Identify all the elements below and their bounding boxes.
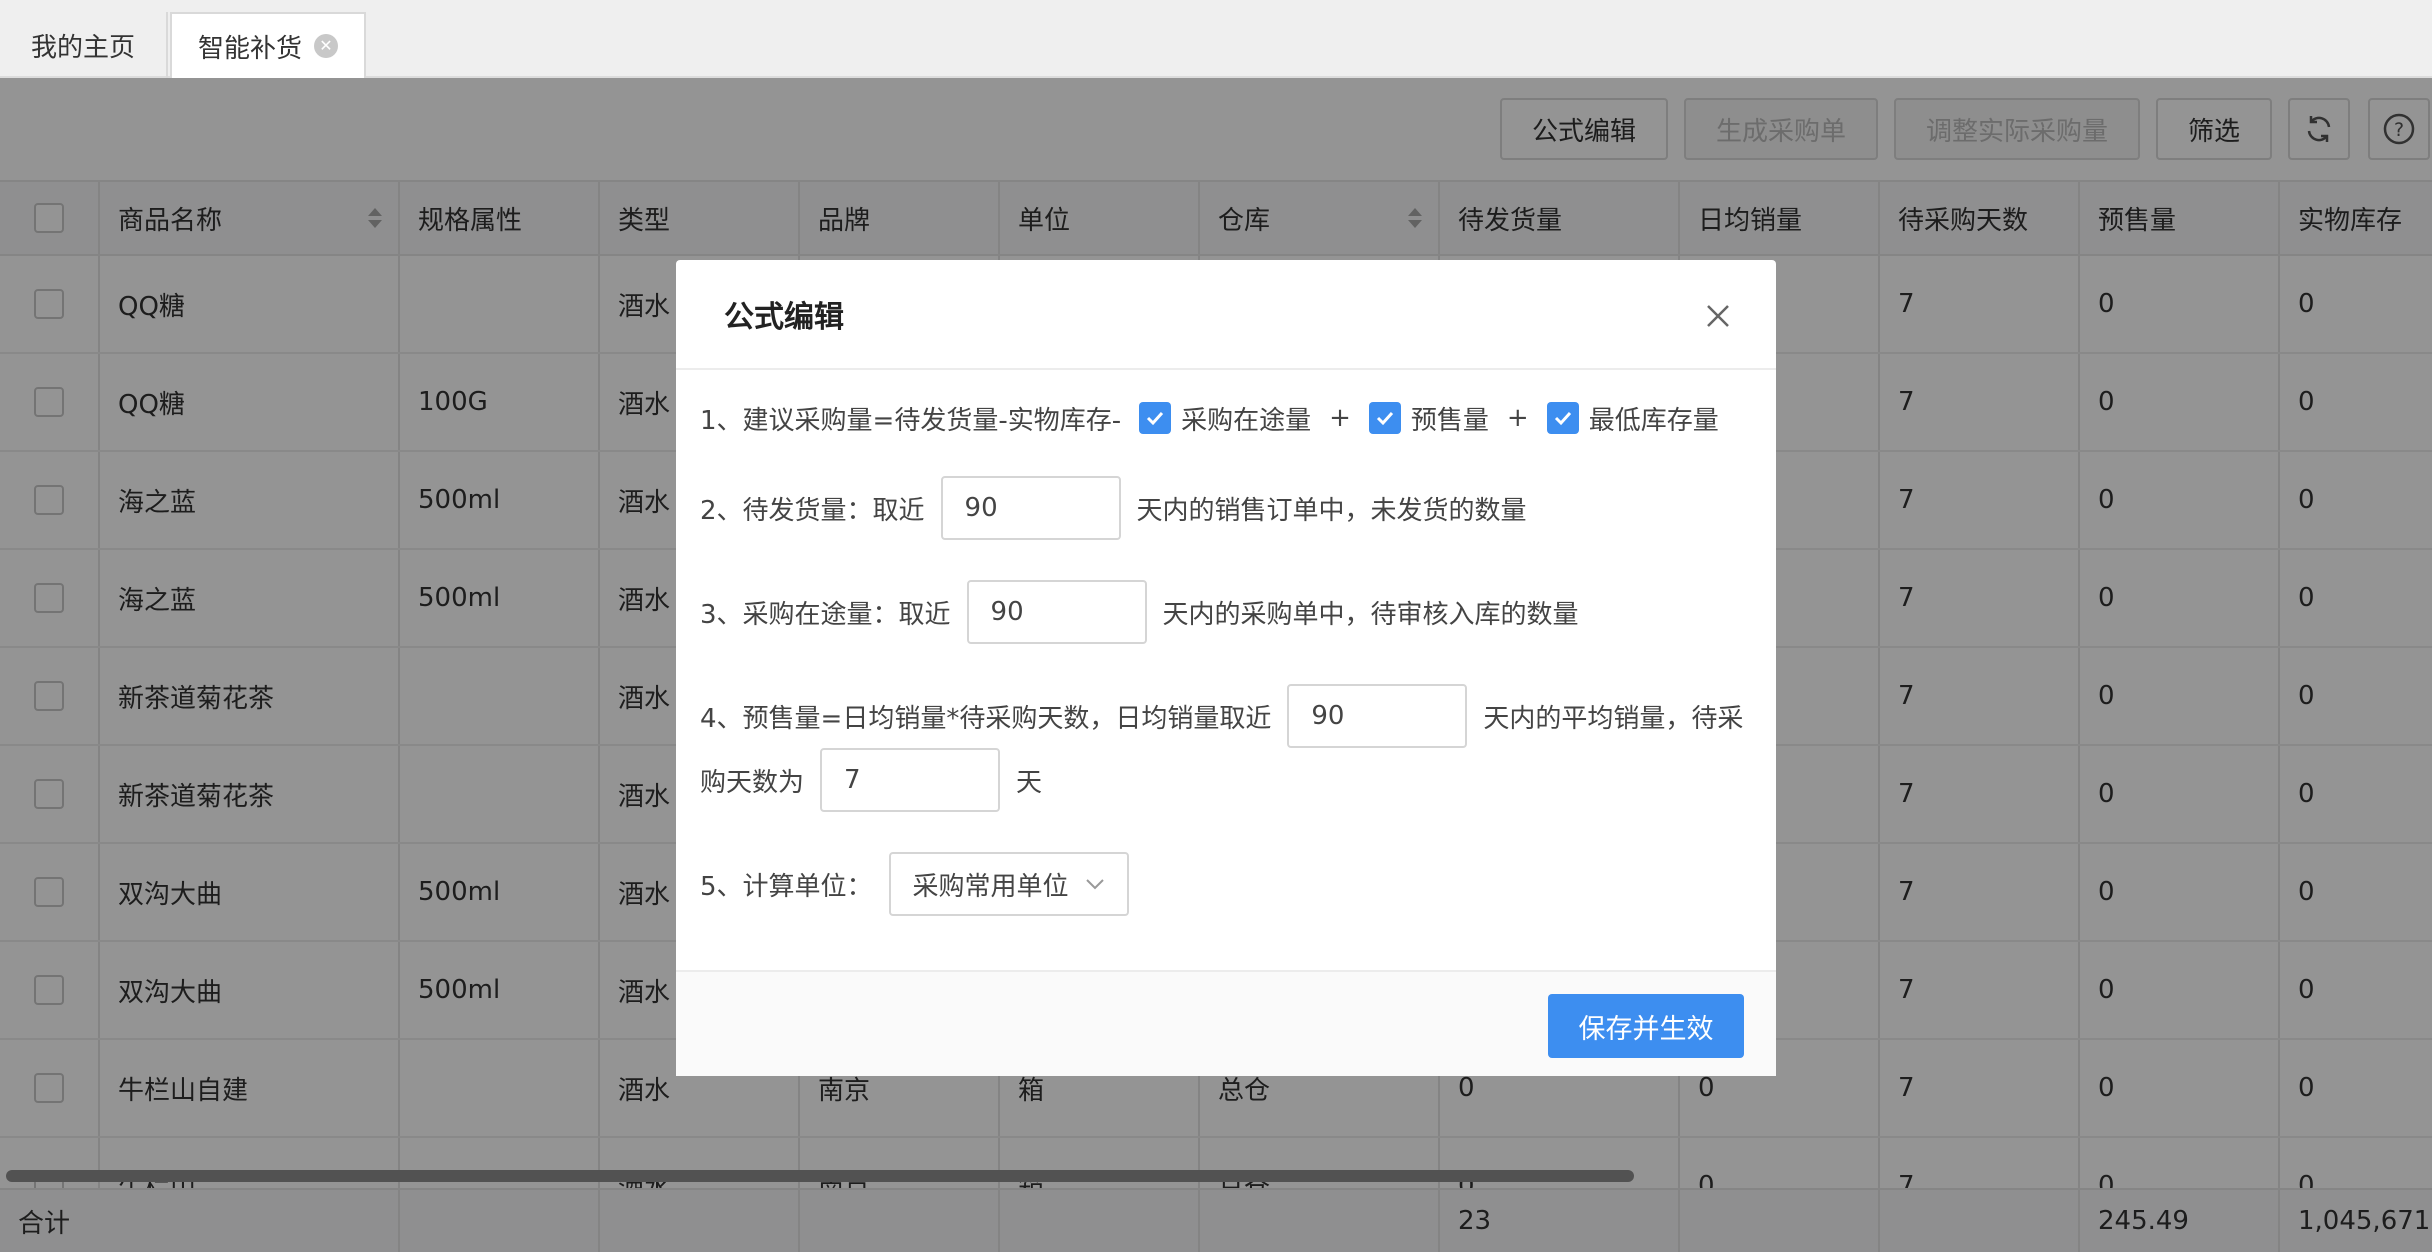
tab-bar: 我的主页 智能补货 ✕ (0, 0, 2432, 78)
min-stock-checkbox[interactable] (1546, 402, 1579, 434)
tab-smart-replenish[interactable]: 智能补货 ✕ (170, 12, 366, 78)
close-icon[interactable]: ✕ (314, 34, 338, 58)
formula-line-5: 5、计算单位： 采购常用单位 (700, 852, 1129, 916)
dialog-title: 公式编辑 (724, 300, 844, 335)
daily-sales-days-input[interactable]: 90 (1287, 684, 1468, 748)
unit-select[interactable]: 采购常用单位 (888, 852, 1129, 916)
formula-line-4b: 购天数为 7 天 (700, 748, 1042, 812)
check-icon (1554, 411, 1571, 426)
formula-line-1: 1、建议采购量=待发货量-实物库存- 采购在途量 + 预售量 + 最低库存量 (700, 402, 1719, 436)
pending-days-input[interactable]: 90 (940, 476, 1121, 540)
presale-checkbox[interactable] (1368, 402, 1401, 434)
check-icon (1147, 411, 1164, 426)
formula-line-3: 3、采购在途量：取近 90 天内的采购单中，待审核入库的数量 (700, 580, 1579, 644)
in-transit-days-input[interactable]: 90 (966, 580, 1147, 644)
check-icon (1376, 411, 1394, 426)
dialog-header: 公式编辑 (676, 260, 1776, 370)
tab-label: 智能补货 (197, 33, 302, 64)
tab-home[interactable]: 我的主页 (0, 12, 168, 78)
formula-line-4: 4、预售量=日均销量*待采购天数，日均销量取近 90 天内的平均销量，待采 (700, 684, 1743, 748)
formula-line-2: 2、待发货量：取近 90 天内的销售订单中，未发货的数量 (700, 476, 1527, 540)
in-transit-checkbox[interactable] (1139, 402, 1172, 434)
save-apply-button[interactable]: 保存并生效 (1548, 994, 1744, 1058)
purchase-days-input[interactable]: 7 (820, 748, 1001, 812)
close-icon[interactable] (1698, 296, 1738, 336)
dialog-footer: 保存并生效 (676, 970, 1776, 1076)
chevron-down-icon (1085, 879, 1104, 890)
formula-edit-dialog: 公式编辑 1、建议采购量=待发货量-实物库存- 采购在途量 + 预售量 + 最低… (676, 260, 1776, 1076)
tab-label: 我的主页 (30, 32, 135, 63)
